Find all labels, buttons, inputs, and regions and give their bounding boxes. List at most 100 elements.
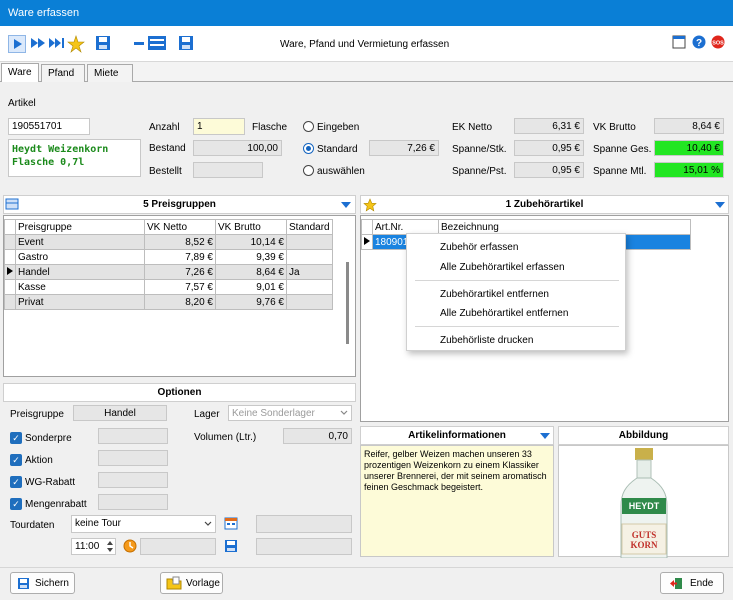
layout-list-icon[interactable] (132, 35, 168, 53)
footer-bar (0, 567, 733, 600)
tour-select[interactable]: keine Tour (71, 515, 216, 533)
skip-to-end-icon[interactable] (48, 35, 66, 53)
artikel-number-input[interactable]: 190551701 (8, 118, 90, 135)
cell-preisgruppe: Kasse (15, 279, 145, 295)
play-icon[interactable] (8, 35, 26, 53)
grid-icon (5, 198, 19, 213)
lager-select[interactable]: Keine Sonderlager (228, 405, 352, 421)
standard-price-field: 7,26 € (369, 140, 439, 156)
anzahl-label: Anzahl (149, 122, 180, 133)
anzahl-input[interactable]: 1 (193, 118, 245, 135)
radio-standard[interactable] (303, 143, 314, 154)
bottle-label-top: HEYDT (628, 501, 660, 511)
spinner-icon[interactable] (106, 540, 114, 553)
preisgruppe-label: Preisgruppe (10, 409, 64, 420)
preisgruppen-table: Preisgruppe VK Netto VK Brutto Standard … (4, 219, 333, 310)
tour-extra-field (256, 515, 352, 533)
help-icon[interactable]: ? (692, 35, 710, 53)
clock-icon[interactable] (123, 539, 137, 556)
aktion-field (98, 450, 168, 466)
spanne-ges-field: 10,40 € (654, 140, 724, 156)
radio-auswaehlen[interactable] (303, 165, 314, 176)
sos-icon[interactable]: SOS (711, 35, 729, 53)
spanne-mtl-field: 15,01 % (654, 162, 724, 178)
col-preisgruppe[interactable]: Preisgruppe (15, 219, 145, 235)
new-star-icon[interactable] (67, 35, 85, 53)
tab-ware[interactable]: Ware (1, 63, 39, 82)
mengenrabatt-field (98, 494, 168, 510)
menu-zubehoer-erfassen[interactable]: Zubehör erfassen (440, 242, 518, 253)
table-row[interactable]: Event 8,52 € 10,14 € (4, 234, 333, 250)
time-extra-field (140, 538, 216, 555)
sichern-button[interactable]: Sichern (10, 572, 75, 594)
preisgruppen-header: 5 Preisgruppen (3, 195, 356, 214)
artikelinfo-dropdown-icon[interactable] (540, 433, 550, 439)
chevron-down-icon (204, 521, 212, 526)
ek-netto-field: 6,31 € (514, 118, 584, 134)
window-title: Ware erfassen (8, 7, 80, 19)
table-row[interactable]: Privat 8,20 € 9,76 € (4, 294, 333, 310)
preisgruppen-title: 5 Preisgruppen (143, 199, 216, 210)
col-standard[interactable]: Standard (286, 219, 333, 235)
table-row[interactable]: Gastro 7,89 € 9,39 € (4, 249, 333, 265)
cell-vk-brutto: 10,14 € (215, 234, 287, 250)
time-value: 11:00 (75, 541, 100, 552)
artikel-label: Artikel (8, 98, 36, 109)
calendar-icon[interactable] (224, 516, 238, 533)
cell-vk-brutto: 9,39 € (215, 249, 287, 265)
context-menu: Zubehör erfassen Alle Zubehörartikel erf… (406, 233, 626, 351)
ende-label: Ende (690, 578, 714, 589)
save-layout-icon[interactable] (178, 35, 196, 53)
save-icon (18, 578, 29, 589)
table-row[interactable]: Handel 7,26 € 8,64 € Ja (4, 264, 333, 280)
cell-standard (286, 234, 333, 250)
cell-preisgruppe: Gastro (15, 249, 145, 265)
bottle-label-bottom: GUTS KORN (622, 530, 666, 550)
cell-vk-brutto: 9,01 € (215, 279, 287, 295)
save-time-icon[interactable] (224, 539, 238, 556)
optionen-title: Optionen (157, 387, 202, 398)
artikelinfo-text[interactable]: Reifer, gelber Weizen machen unseren 33 … (360, 445, 554, 557)
ende-button[interactable]: Ende (660, 572, 724, 594)
cell-vk-brutto: 9,76 € (215, 294, 287, 310)
col-vk-netto[interactable]: VK Netto (144, 219, 216, 235)
artikel-name-line2: Flasche 0,7l (12, 157, 85, 168)
time-input[interactable]: 11:00 (71, 538, 116, 555)
cell-vk-netto: 7,89 € (144, 249, 216, 265)
col-vk-brutto[interactable]: VK Brutto (215, 219, 287, 235)
preisgruppen-scrollbar[interactable] (346, 262, 349, 344)
svg-text:?: ? (696, 38, 702, 49)
sonderpre-label: Sonderpre (25, 433, 72, 444)
zubehoer-header: 1 Zubehörartikel (360, 195, 729, 214)
fast-forward-icon[interactable] (29, 35, 47, 53)
cell-preisgruppe: Privat (15, 294, 145, 310)
spanne-mtl-label: Spanne Mtl. (593, 166, 647, 177)
radio-eingeben[interactable] (303, 121, 314, 132)
preisgruppen-grid: Preisgruppe VK Netto VK Brutto Standard … (3, 215, 356, 377)
mengenrabatt-label: Mengenrabatt (25, 499, 87, 510)
tour-value: keine Tour (75, 518, 121, 529)
anzahl-unit: Flasche (252, 122, 288, 133)
aktion-checkbox[interactable]: ✓ (10, 454, 22, 466)
table-row[interactable]: Kasse 7,57 € 9,01 € (4, 279, 333, 295)
bestellt-field (193, 162, 263, 178)
save-icon[interactable] (95, 35, 113, 53)
bestand-field: 100,00 (193, 140, 282, 156)
menu-zubehoerliste-drucken[interactable]: Zubehörliste drucken (440, 335, 533, 346)
tab-miete[interactable]: Miete (87, 64, 133, 82)
menu-alle-zubehoer-erfassen[interactable]: Alle Zubehörartikel erfassen (440, 262, 565, 273)
mengenrabatt-checkbox[interactable]: ✓ (10, 498, 22, 510)
wg-rabatt-checkbox[interactable]: ✓ (10, 476, 22, 488)
preisgruppen-dropdown-icon[interactable] (341, 202, 351, 208)
standard-label: Standard (317, 144, 358, 155)
menu-alle-zubehoer-entfernen[interactable]: Alle Zubehörartikel entfernen (440, 308, 568, 319)
sonderpre-checkbox[interactable]: ✓ (10, 432, 22, 444)
zubehoer-dropdown-icon[interactable] (715, 202, 725, 208)
menu-zubehoer-entfernen[interactable]: Zubehörartikel entfernen (440, 289, 549, 300)
bottle-label-line1: GUTS (631, 530, 657, 540)
vorlage-button[interactable]: Vorlage (160, 572, 223, 594)
tab-pfand[interactable]: Pfand (41, 64, 85, 82)
spanne-pst-label: Spanne/Pst. (452, 166, 507, 177)
cell-preisgruppe: Event (15, 234, 145, 250)
window-icon[interactable] (672, 35, 690, 53)
